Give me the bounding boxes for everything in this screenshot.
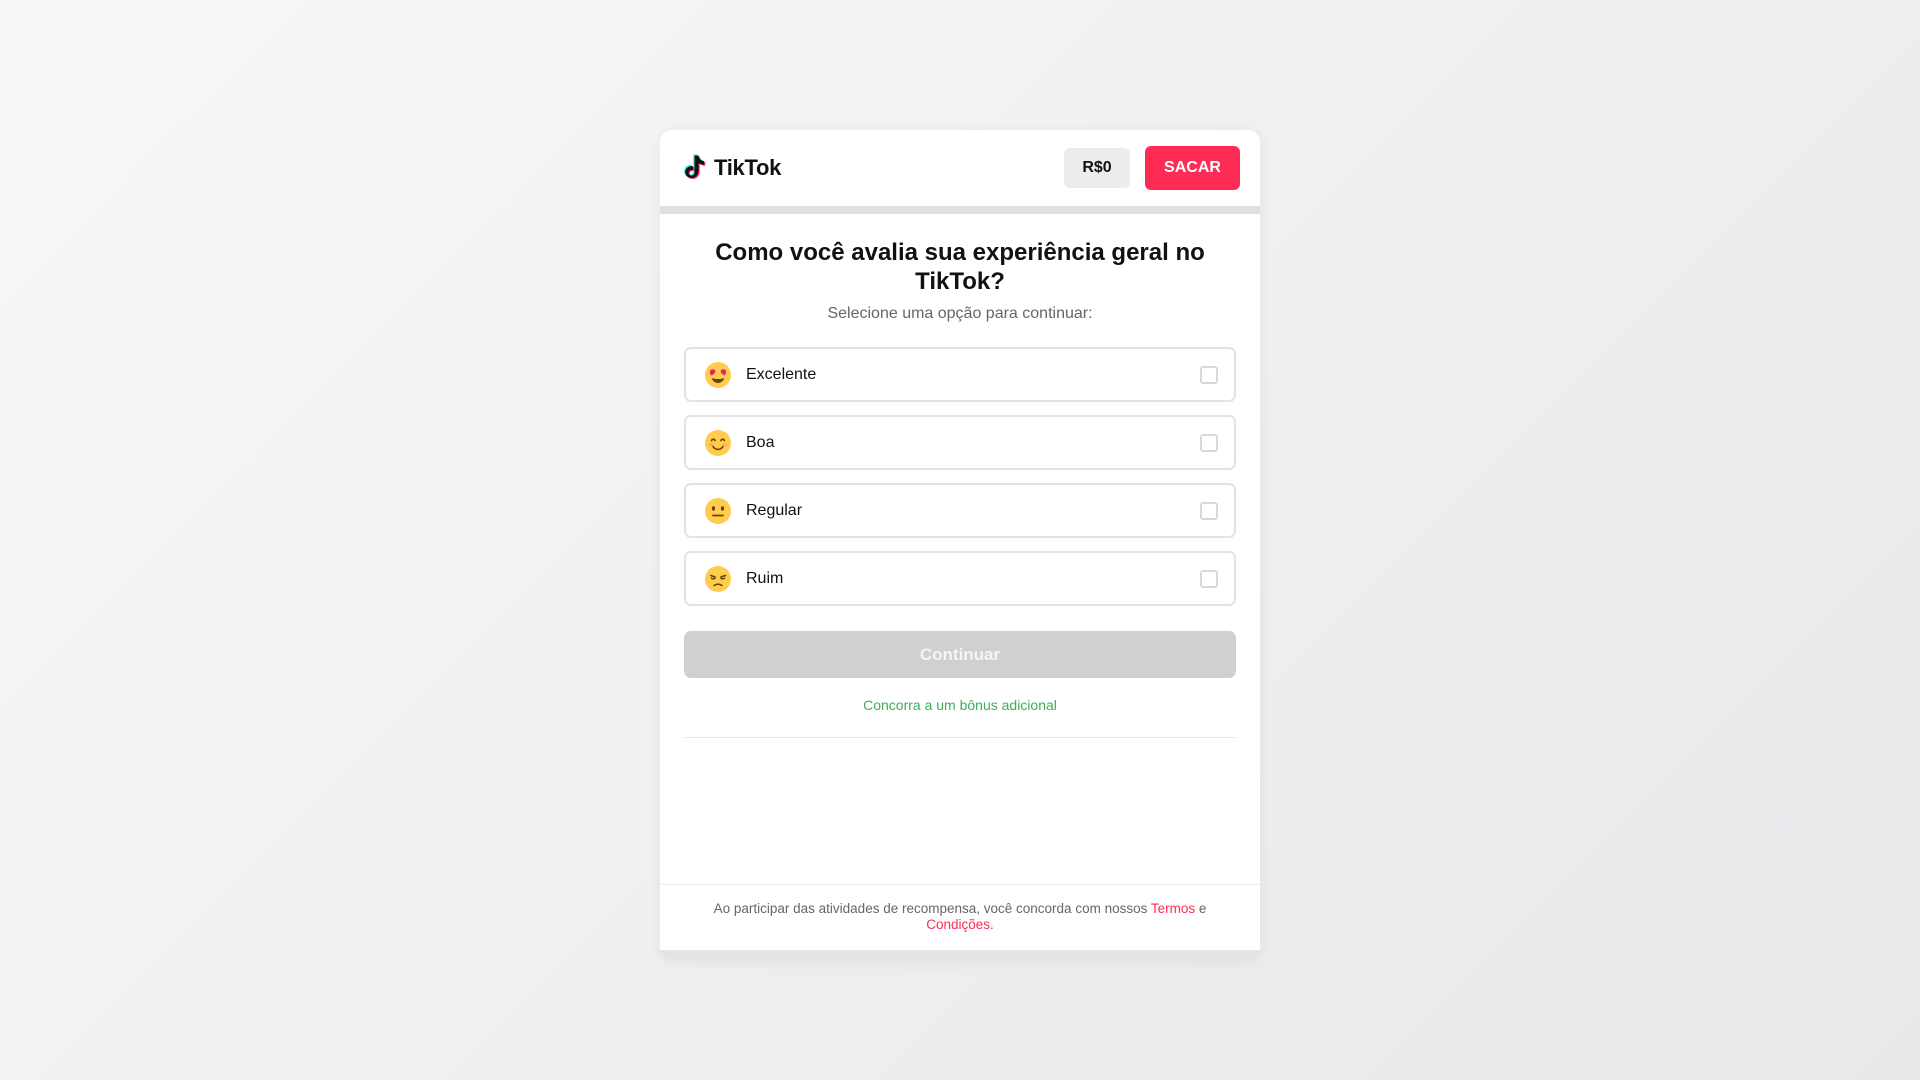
option-label: Ruim bbox=[746, 569, 784, 587]
option-boa[interactable]: Boa bbox=[684, 415, 1236, 470]
option-label: Boa bbox=[746, 433, 775, 451]
option-list: Excelente Boa Regular Ruim bbox=[684, 347, 1236, 606]
divider bbox=[684, 737, 1236, 738]
option-label: Excelente bbox=[746, 365, 817, 383]
logo[interactable]: TikTok bbox=[680, 153, 781, 183]
footer-text: Ao participar das atividades de recompen… bbox=[713, 901, 1151, 916]
survey-subtitle: Selecione uma opção para continuar: bbox=[827, 305, 1093, 322]
option-checkbox[interactable] bbox=[1200, 501, 1218, 520]
logo-text: TikTok bbox=[714, 155, 782, 180]
option-regular[interactable]: Regular bbox=[684, 483, 1236, 538]
bonus-text: Concorra a um bônus adicional bbox=[863, 697, 1057, 713]
conditions-link[interactable]: Condições bbox=[926, 917, 990, 932]
footer-text-and: e bbox=[1195, 901, 1207, 916]
neutral-face-emoji-icon bbox=[705, 497, 731, 524]
terms-link[interactable]: Termos bbox=[1151, 901, 1195, 916]
survey-card: TikTok R$0 SACAR Como você avalia sua ex… bbox=[660, 130, 1260, 960]
smiling-emoji-icon bbox=[705, 429, 731, 456]
unamused-face-emoji-icon bbox=[705, 565, 731, 592]
footer: Ao participar das atividades de recompen… bbox=[660, 884, 1260, 952]
balance-display: R$0 bbox=[1064, 148, 1130, 188]
option-ruim[interactable]: Ruim bbox=[684, 551, 1236, 606]
tiktok-logo-icon bbox=[683, 154, 706, 180]
option-checkbox[interactable] bbox=[1200, 365, 1218, 384]
continue-button[interactable]: Continuar bbox=[684, 631, 1236, 678]
header: TikTok R$0 SACAR bbox=[660, 130, 1260, 206]
footer-text-end: . bbox=[990, 917, 994, 932]
option-checkbox[interactable] bbox=[1200, 569, 1218, 588]
withdraw-button[interactable]: SACAR bbox=[1145, 146, 1240, 190]
progress-bar bbox=[660, 206, 1260, 214]
survey-question: Como você avalia sua experiência geral n… bbox=[715, 239, 1205, 295]
option-excelente[interactable]: Excelente bbox=[684, 347, 1236, 402]
bottom-bar bbox=[660, 950, 1260, 960]
survey-content: Como você avalia sua experiência geral n… bbox=[660, 214, 1260, 738]
header-actions: R$0 SACAR bbox=[1064, 146, 1240, 190]
option-checkbox[interactable] bbox=[1200, 433, 1218, 452]
option-label: Regular bbox=[746, 501, 803, 519]
heart-eyes-emoji-icon bbox=[705, 361, 731, 388]
